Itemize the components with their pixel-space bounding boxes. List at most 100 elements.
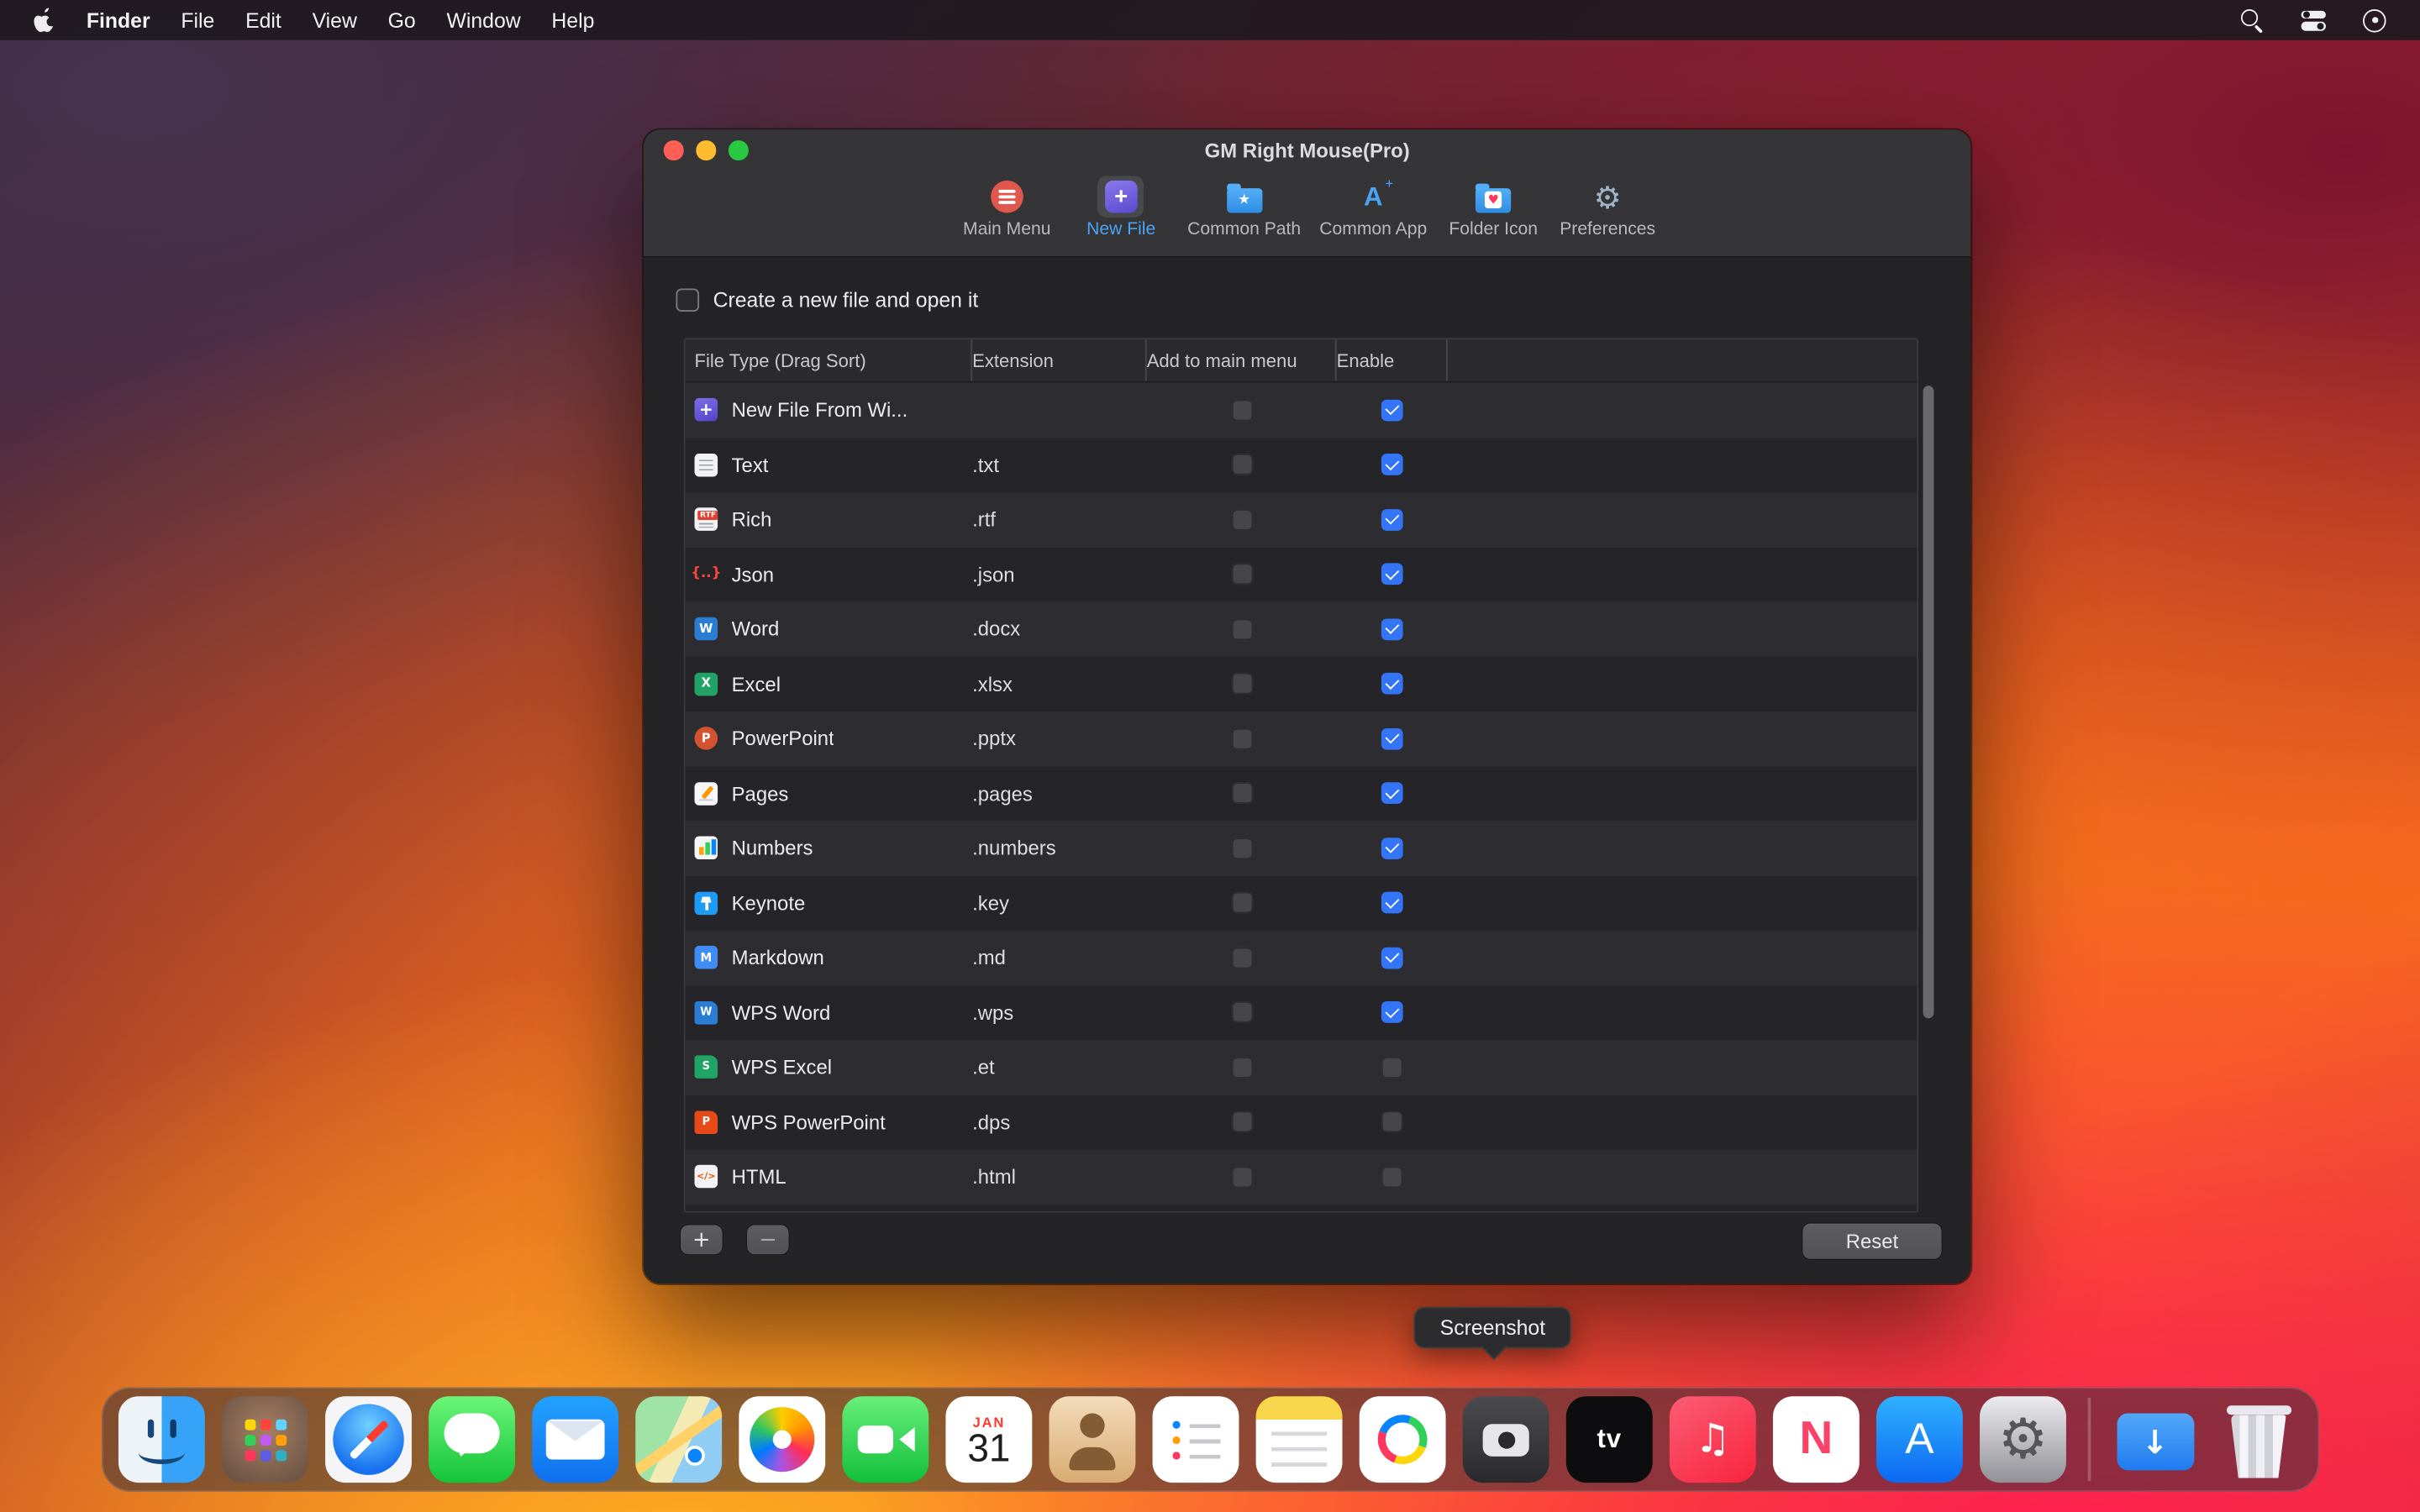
- add-to-main-menu-checkbox[interactable]: [1231, 783, 1253, 805]
- tab-preferences[interactable]: Preferences: [1560, 176, 1655, 239]
- add-to-main-menu-cell: [1147, 1057, 1337, 1079]
- column-enable[interactable]: Enable: [1337, 339, 1448, 381]
- add-to-main-menu-checkbox[interactable]: [1231, 837, 1253, 859]
- add-to-main-menu-checkbox[interactable]: [1231, 618, 1253, 640]
- tab-common-app[interactable]: Common App: [1319, 176, 1427, 239]
- dock-item-settings[interactable]: [1980, 1396, 2066, 1483]
- dock-item-news[interactable]: [1773, 1396, 1860, 1483]
- enable-checkbox[interactable]: [1381, 673, 1403, 695]
- dock-item-music[interactable]: [1670, 1396, 1756, 1483]
- add-row-button[interactable]: +: [681, 1225, 723, 1254]
- table-row[interactable]: WPS Word.wps: [686, 985, 1918, 1040]
- enable-checkbox[interactable]: [1381, 947, 1403, 969]
- table-row[interactable]: XML.xml: [686, 1205, 1918, 1213]
- tab-common-path[interactable]: Common Path: [1187, 176, 1301, 239]
- column-add-to-main-menu[interactable]: Add to main menu: [1147, 339, 1337, 381]
- add-to-main-menu-checkbox[interactable]: [1231, 673, 1253, 695]
- table-row[interactable]: Keynote.key: [686, 875, 1918, 930]
- add-to-main-menu-checkbox[interactable]: [1231, 509, 1253, 531]
- powerpoint-file-icon: [695, 727, 718, 751]
- enable-checkbox[interactable]: [1381, 454, 1403, 475]
- menubar-app-name[interactable]: Finder: [71, 8, 166, 32]
- reset-button[interactable]: Reset: [1802, 1224, 1941, 1259]
- add-to-main-menu-checkbox[interactable]: [1231, 1057, 1253, 1079]
- table-row[interactable]: WPS PowerPoint.dps: [686, 1095, 1918, 1149]
- account-icon[interactable]: [2363, 8, 2386, 32]
- table-row[interactable]: Word.docx: [686, 601, 1918, 656]
- create-new-file-checkbox[interactable]: [676, 288, 699, 312]
- table-row[interactable]: Json.json: [686, 547, 1918, 601]
- add-to-main-menu-checkbox[interactable]: [1231, 1111, 1253, 1133]
- pages-file-icon: [695, 782, 718, 806]
- enable-checkbox[interactable]: [1381, 564, 1403, 585]
- file-type-label: Numbers: [732, 837, 813, 860]
- add-to-main-menu-checkbox[interactable]: [1231, 1002, 1253, 1024]
- dock-item-finder[interactable]: [118, 1396, 205, 1483]
- table-row[interactable]: Markdown.md: [686, 931, 1918, 985]
- enable-checkbox[interactable]: [1381, 1166, 1403, 1188]
- enable-checkbox[interactable]: [1381, 1057, 1403, 1079]
- add-to-main-menu-checkbox[interactable]: [1231, 454, 1253, 475]
- dock-item-safari[interactable]: [325, 1396, 412, 1483]
- add-to-main-menu-checkbox[interactable]: [1231, 727, 1253, 749]
- dock-item-freeform[interactable]: [1360, 1396, 1446, 1483]
- enable-checkbox[interactable]: [1381, 727, 1403, 749]
- tab-folder-icon[interactable]: Folder Icon: [1445, 176, 1541, 239]
- add-to-main-menu-checkbox[interactable]: [1231, 947, 1253, 969]
- dock-item-messages[interactable]: [429, 1396, 515, 1483]
- column-file-type[interactable]: File Type (Drag Sort): [695, 339, 973, 381]
- dock-item-facetime[interactable]: [842, 1396, 929, 1483]
- file-type-label: WPS Word: [732, 1001, 831, 1025]
- table-row[interactable]: Pages.pages: [686, 766, 1918, 821]
- table-scrollbar[interactable]: [1923, 386, 1934, 1018]
- dock-item-mail[interactable]: [532, 1396, 618, 1483]
- column-extension[interactable]: Extension: [972, 339, 1147, 381]
- enable-checkbox[interactable]: [1381, 892, 1403, 914]
- menubar-item-edit[interactable]: Edit: [230, 8, 297, 32]
- add-to-main-menu-checkbox[interactable]: [1231, 1166, 1253, 1188]
- table-row[interactable]: New File From Wi...: [686, 383, 1918, 438]
- dock-item-calendar[interactable]: JAN31: [945, 1396, 1032, 1483]
- dock-item-appstore[interactable]: [1876, 1396, 1963, 1483]
- remove-row-button[interactable]: −: [747, 1225, 789, 1254]
- enable-checkbox[interactable]: [1381, 399, 1403, 421]
- table-row[interactable]: Text.txt: [686, 438, 1918, 492]
- add-to-main-menu-checkbox[interactable]: [1231, 399, 1253, 421]
- table-row[interactable]: HTML.html: [686, 1149, 1918, 1204]
- table-row[interactable]: WPS Excel.et: [686, 1040, 1918, 1095]
- dock-item-screenshot[interactable]: [1463, 1396, 1549, 1483]
- tab-new-file[interactable]: New File: [1073, 176, 1169, 239]
- add-to-main-menu-checkbox[interactable]: [1231, 892, 1253, 914]
- enable-checkbox[interactable]: [1381, 618, 1403, 640]
- menubar-item-window[interactable]: Window: [431, 8, 536, 32]
- add-to-main-menu-checkbox[interactable]: [1231, 564, 1253, 585]
- dock-item-downloads[interactable]: [2112, 1396, 2198, 1483]
- dock-item-trash[interactable]: [2215, 1396, 2302, 1483]
- enable-checkbox[interactable]: [1381, 837, 1403, 859]
- menubar-item-go[interactable]: Go: [372, 8, 431, 32]
- tab-main-menu[interactable]: Main Menu: [959, 176, 1055, 239]
- enable-checkbox[interactable]: [1381, 509, 1403, 531]
- table-row[interactable]: Numbers.numbers: [686, 821, 1918, 875]
- table-row[interactable]: Rich.rtf: [686, 492, 1918, 547]
- dock-item-notes[interactable]: [1256, 1396, 1343, 1483]
- dock-item-photos[interactable]: [739, 1396, 825, 1483]
- table-row[interactable]: PowerPoint.pptx: [686, 711, 1918, 766]
- enable-checkbox[interactable]: [1381, 1111, 1403, 1133]
- dock-item-appletv[interactable]: tv: [1566, 1396, 1653, 1483]
- dock-item-launchpad[interactable]: [222, 1396, 308, 1483]
- table-row[interactable]: Excel.xlsx: [686, 657, 1918, 711]
- dock-item-contacts[interactable]: [1050, 1396, 1136, 1483]
- control-center-icon[interactable]: [2302, 8, 2326, 32]
- enable-checkbox[interactable]: [1381, 1002, 1403, 1024]
- enable-cell: [1337, 564, 1448, 585]
- menubar-item-view[interactable]: View: [297, 8, 372, 32]
- create-new-file-checkbox-row[interactable]: Create a new file and open it: [676, 288, 978, 312]
- menubar-item-file[interactable]: File: [166, 8, 230, 32]
- menubar-item-help[interactable]: Help: [536, 8, 610, 32]
- apple-menu[interactable]: [24, 8, 71, 32]
- dock-item-reminders[interactable]: [1153, 1396, 1239, 1483]
- search-icon[interactable]: [2241, 8, 2265, 32]
- enable-checkbox[interactable]: [1381, 783, 1403, 805]
- dock-item-maps[interactable]: [635, 1396, 722, 1483]
